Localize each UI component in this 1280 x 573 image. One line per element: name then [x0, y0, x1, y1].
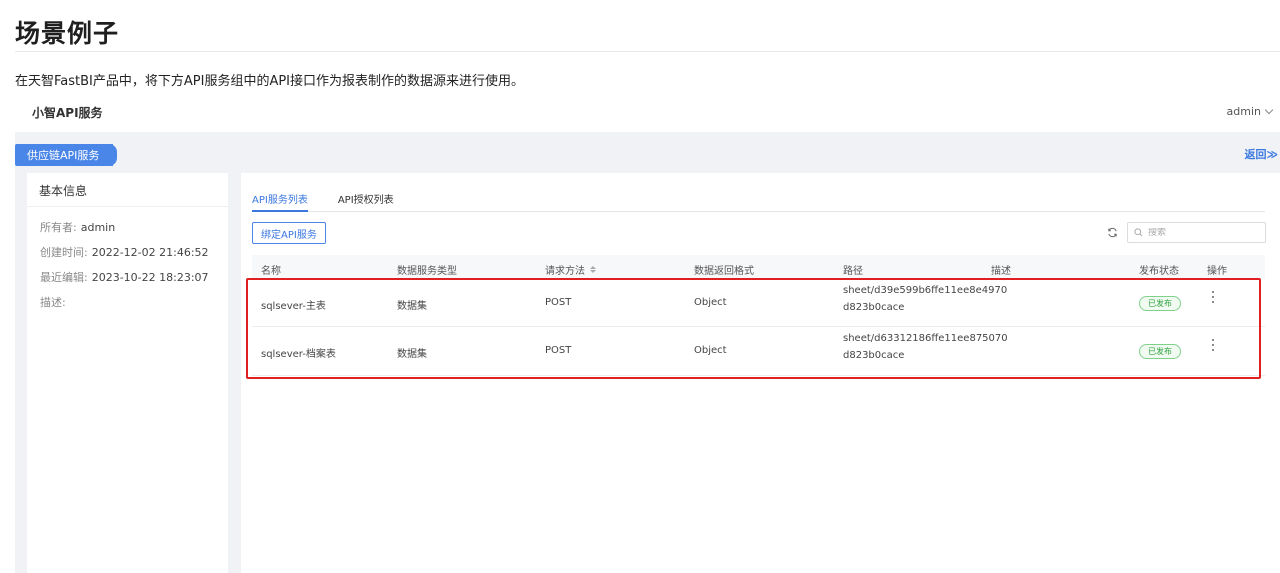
search-input[interactable]: [1148, 227, 1258, 238]
tab-api-service-list[interactable]: API服务列表: [252, 183, 308, 212]
more-actions-icon[interactable]: [1211, 339, 1215, 351]
description-row: 描述:: [27, 290, 228, 315]
row-path: sheet/d39e599b6ffe11ee8e4970 d823b0cace: [843, 282, 1007, 316]
status-badge: 已发布: [1139, 344, 1181, 359]
col-name: 名称: [261, 266, 281, 277]
row-method: POST: [545, 345, 572, 356]
table-header: 名称 数据服务类型 请求方法 数据返回格式 路径 描述 发布状态 操作: [252, 255, 1265, 279]
search-box[interactable]: [1127, 222, 1266, 243]
row-name: sqlsever-档案表: [261, 349, 336, 360]
tab-bar: API服务列表 API授权列表: [252, 183, 1265, 212]
chevron-down-icon: [1264, 105, 1274, 115]
owner-row: 所有者: admin: [27, 215, 228, 240]
api-group-tag[interactable]: 供应链API服务: [15, 144, 117, 166]
edited-row: 最近编辑: 2023-10-22 18:23:07: [27, 265, 228, 290]
row-path-line2: d823b0cace: [843, 350, 905, 361]
app-brand: 小智API服务: [32, 106, 103, 120]
row-path-line2: d823b0cace: [843, 302, 905, 313]
row-service-type: 数据集: [397, 301, 427, 312]
app-header: 小智API服务 admin: [15, 91, 1280, 132]
owner-label: 所有者:: [40, 221, 77, 234]
col-publish-status: 发布状态: [1139, 266, 1179, 277]
edited-value: 2023-10-22 18:23:07: [91, 271, 209, 284]
col-return-format: 数据返回格式: [694, 266, 754, 277]
basic-info-title: 基本信息: [27, 173, 228, 207]
row-path: sheet/d63312186ffe11ee875070 d823b0cace: [843, 330, 1008, 364]
row-service-type: 数据集: [397, 349, 427, 360]
table-row[interactable]: sqlsever-档案表 数据集 POST Object sheet/d6331…: [252, 328, 1265, 376]
row-name: sqlsever-主表: [261, 301, 326, 312]
col-request-method[interactable]: 请求方法: [545, 262, 596, 277]
col-description: 描述: [991, 266, 1011, 277]
tab-api-auth-list[interactable]: API授权列表: [338, 183, 394, 212]
table-row[interactable]: sqlsever-主表 数据集 POST Object sheet/d39e59…: [252, 279, 1265, 327]
app-window: 小智API服务 admin 供应链API服务 返回≫ 基本信息 所有者: admi…: [15, 91, 1280, 573]
row-format: Object: [694, 345, 727, 356]
status-badge: 已发布: [1139, 296, 1181, 311]
col-service-type: 数据服务类型: [397, 266, 457, 277]
row-method: POST: [545, 297, 572, 308]
col-request-method-label: 请求方法: [545, 266, 585, 277]
sort-icon[interactable]: [590, 266, 596, 273]
row-path-line1: sheet/d63312186ffe11ee875070: [843, 333, 1008, 344]
col-actions: 操作: [1207, 266, 1227, 277]
search-icon: [1134, 228, 1143, 237]
bind-api-service-button[interactable]: 绑定API服务: [252, 222, 326, 244]
col-path: 路径: [843, 266, 863, 277]
basic-info-panel: 基本信息 所有者: admin 创建时间: 2022-12-02 21:46:52 …: [27, 173, 228, 573]
description-label: 描述:: [40, 296, 66, 309]
api-list-panel: API服务列表 API授权列表 绑定API服务 名称 数据服务类型 请求方法 数: [241, 173, 1280, 573]
row-path-line1: sheet/d39e599b6ffe11ee8e4970: [843, 285, 1008, 296]
created-label: 创建时间:: [40, 246, 88, 259]
page-title: 场景例子: [15, 19, 120, 48]
edited-label: 最近编辑:: [40, 271, 88, 284]
title-divider: [15, 51, 1280, 52]
created-value: 2022-12-02 21:46:52: [91, 246, 209, 259]
row-format: Object: [694, 297, 727, 308]
more-actions-icon[interactable]: [1211, 291, 1215, 303]
created-row: 创建时间: 2022-12-02 21:46:52: [27, 240, 228, 265]
intro-text: 在天智FastBI产品中，将下方API服务组中的API接口作为报表制作的数据源来…: [15, 74, 525, 89]
refresh-icon[interactable]: [1107, 227, 1118, 238]
user-menu[interactable]: admin: [1226, 105, 1274, 118]
back-link[interactable]: 返回≫: [1244, 146, 1278, 162]
owner-value: admin: [80, 221, 116, 234]
user-name: admin: [1226, 105, 1261, 118]
